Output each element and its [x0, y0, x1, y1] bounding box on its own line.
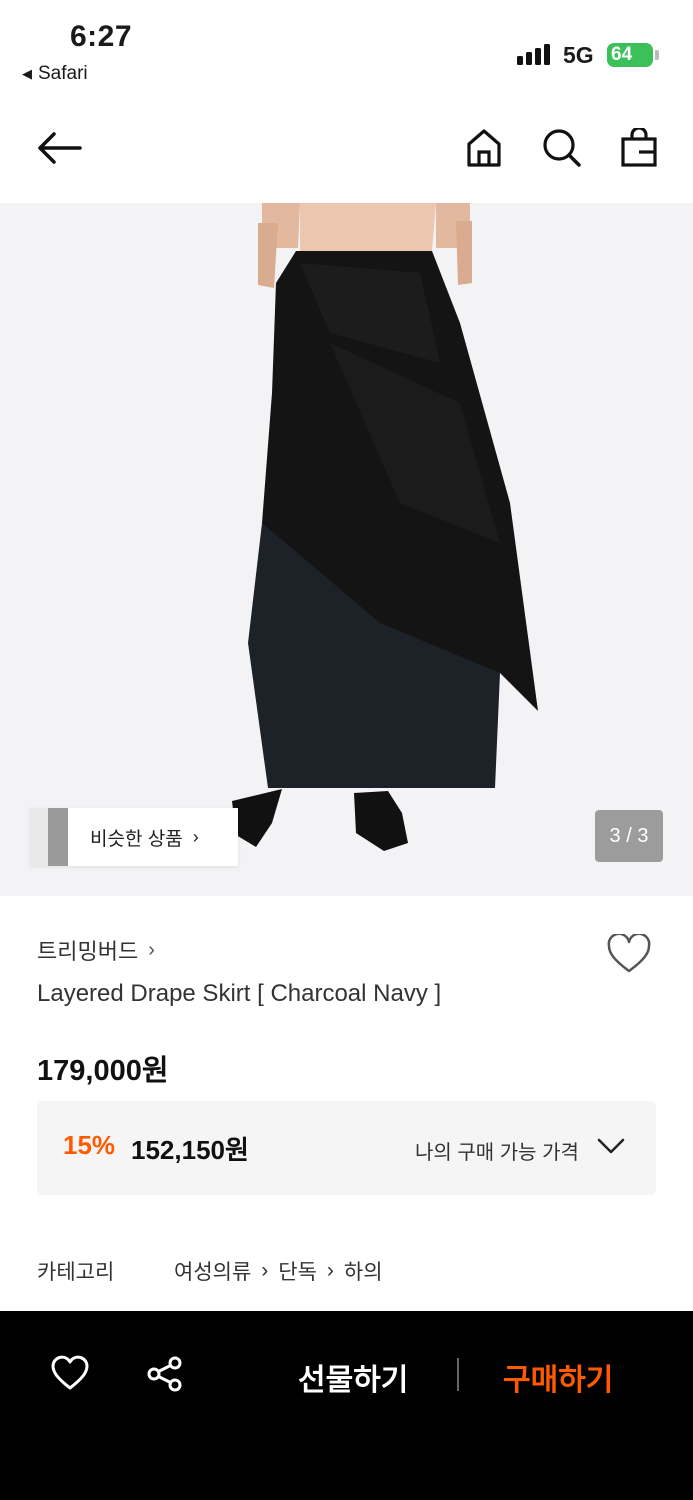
chevron-right-icon: ›: [148, 938, 155, 961]
search-icon[interactable]: [542, 128, 582, 173]
discount-rate: 15%: [63, 1130, 116, 1160]
category-label: 카테고리: [37, 1261, 115, 1284]
similar-thumbnail: [30, 808, 68, 866]
shopping-bag-icon[interactable]: [620, 126, 658, 173]
discount-price-panel[interactable]: 15% 152,150원 나의 구매 가능 가격: [37, 1101, 656, 1195]
wishlist-heart-icon[interactable]: [50, 1355, 90, 1396]
share-icon[interactable]: [146, 1355, 184, 1398]
category-breadcrumb: 여성의류 › 단독 › 하의: [174, 1256, 383, 1286]
original-price: 179,000원: [37, 1055, 169, 1087]
divider: [457, 1358, 459, 1391]
battery-level: 64: [611, 44, 633, 65]
image-counter: 3 / 3: [595, 810, 663, 862]
brand-link[interactable]: 트리밍버드 ›: [37, 934, 155, 966]
signal-icon: [517, 43, 550, 65]
product-photo-illustration: [0, 203, 693, 896]
chevron-right-icon: ›: [326, 1259, 334, 1282]
back-arrow-icon[interactable]: [36, 130, 82, 171]
chevron-right-icon: ›: [192, 826, 199, 847]
buy-button[interactable]: 구매하기: [503, 1355, 613, 1399]
breadcrumb-item[interactable]: 단독: [278, 1256, 317, 1286]
product-image[interactable]: [0, 203, 693, 896]
status-bar: 6:27 ◀ Safari 5G 64: [0, 0, 693, 100]
top-nav: [0, 100, 693, 203]
discount-price: 152,150원: [131, 1135, 249, 1165]
back-app-label: Safari: [38, 63, 88, 84]
chevron-down-icon: [597, 1137, 625, 1160]
breadcrumb-item[interactable]: 여성의류: [174, 1256, 251, 1286]
bottom-action-bar: 선물하기 구매하기: [0, 1311, 693, 1500]
home-icon[interactable]: [466, 128, 502, 173]
my-price-label: 나의 구매 가능 가격: [415, 1142, 579, 1164]
battery-icon: 64: [607, 43, 653, 67]
network-type: 5G: [563, 42, 594, 68]
brand-name: 트리밍버드: [37, 939, 139, 964]
status-time: 6:27: [70, 20, 133, 53]
similar-label: 비슷한 상품: [90, 828, 183, 850]
wishlist-heart-icon[interactable]: [606, 932, 652, 979]
breadcrumb-item[interactable]: 하의: [344, 1256, 383, 1286]
gift-button[interactable]: 선물하기: [298, 1355, 408, 1399]
product-name: Layered Drape Skirt [ Charcoal Navy ]: [37, 980, 442, 1007]
similar-products-button[interactable]: 비슷한 상품 ›: [30, 808, 238, 866]
chevron-right-icon: ›: [261, 1259, 269, 1282]
back-to-app-link[interactable]: ◀ Safari: [22, 63, 88, 85]
battery-cap: [655, 50, 659, 60]
back-triangle-icon: ◀: [22, 66, 32, 81]
